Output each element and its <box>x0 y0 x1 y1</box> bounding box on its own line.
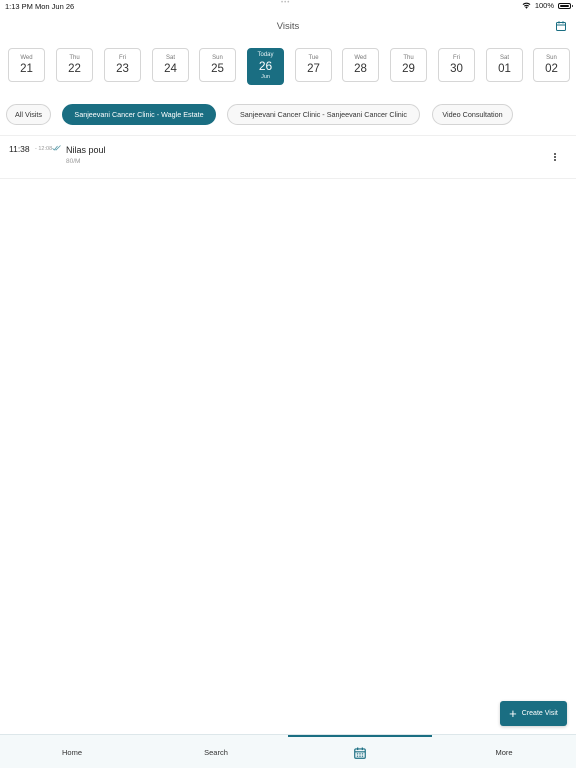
date-day: 24 <box>164 63 177 75</box>
date-day: 28 <box>354 63 367 75</box>
date-cell-22[interactable]: Thu 22 <box>56 48 93 82</box>
date-cell-29[interactable]: Thu 29 <box>390 48 427 82</box>
date-weekday: Sat <box>165 55 175 61</box>
status-indicators: 100% <box>522 1 573 10</box>
wifi-icon <box>522 2 531 9</box>
date-weekday: Sun <box>212 55 223 61</box>
create-visit-label: Create Visit <box>521 710 558 717</box>
page-title: Visits <box>276 21 300 32</box>
date-day: 02 <box>545 63 558 75</box>
date-weekday: Today <box>257 52 274 58</box>
date-day: 29 <box>402 63 415 75</box>
create-visit-button[interactable]: + Create Visit <box>500 701 567 726</box>
status-time: 1:13 PM <box>5 2 33 11</box>
date-weekday: Fri <box>453 55 460 61</box>
divider <box>0 135 576 136</box>
filter-chip-video-consultation[interactable]: Video Consultation <box>432 104 513 125</box>
status-bar: 1:13 PM Mon Jun 26 ••• 100% <box>0 0 576 12</box>
date-weekday: Sat <box>499 55 509 61</box>
date-cell-30[interactable]: Fri 30 <box>438 48 475 82</box>
battery-icon <box>558 2 573 9</box>
date-day: 30 <box>450 63 463 75</box>
date-day: 23 <box>116 63 129 75</box>
date-cell-23[interactable]: Fri 23 <box>104 48 141 82</box>
visit-end-time: - 12:08 <box>35 146 53 152</box>
date-weekday: Fri <box>119 55 126 61</box>
double-check-icon <box>52 145 61 151</box>
visit-start-time: 11:38 <box>9 144 30 154</box>
patient-age-gender: 80/M <box>66 158 81 165</box>
calendar-icon[interactable] <box>555 20 567 32</box>
date-cell-24[interactable]: Sat 24 <box>152 48 189 82</box>
date-month: Jun <box>261 74 270 80</box>
plus-icon: + <box>509 706 517 721</box>
date-cell-28[interactable]: Wed 28 <box>342 48 379 82</box>
tab-home[interactable]: Home <box>0 735 144 768</box>
filter-chips: All Visits Sanjeevani Cancer Clinic - Wa… <box>0 104 576 126</box>
date-cell-today[interactable]: Today 26 Jun <box>247 48 284 85</box>
filter-chip-all-visits[interactable]: All Visits <box>6 104 51 125</box>
date-day: 27 <box>307 63 320 75</box>
patient-name: Nilas poul <box>66 145 106 155</box>
date-day: 22 <box>68 63 81 75</box>
date-day: 26 <box>258 59 273 73</box>
date-day: 25 <box>211 63 224 75</box>
battery-level <box>560 4 569 7</box>
filter-chip-sanjeevani-clinic[interactable]: Sanjeevani Cancer Clinic - Sanjeevani Ca… <box>227 104 420 125</box>
visit-list-item[interactable]: 11:38 - 12:08 Nilas poul 80/M <box>0 137 576 179</box>
calendar-grid-icon <box>354 747 366 759</box>
date-day: 01 <box>498 63 511 75</box>
tab-bar: Home Search More <box>0 734 576 768</box>
battery-percentage: 100% <box>534 1 554 10</box>
date-cell-02[interactable]: Sun 02 <box>533 48 570 82</box>
tab-search[interactable]: Search <box>144 735 288 768</box>
date-weekday: Wed <box>20 55 33 61</box>
date-strip: Wed 21 Thu 22 Fri 23 Sat 24 Sun 25 Today… <box>0 48 576 86</box>
multitasking-dots-icon[interactable]: ••• <box>281 0 290 6</box>
date-weekday: Thu <box>69 55 80 61</box>
date-cell-01[interactable]: Sat 01 <box>486 48 523 82</box>
filter-chip-wagle-estate[interactable]: Sanjeevani Cancer Clinic - Wagle Estate <box>62 104 216 125</box>
status-date: Mon Jun 26 <box>35 2 75 11</box>
tab-more[interactable]: More <box>432 735 576 768</box>
more-vertical-icon[interactable] <box>553 153 557 165</box>
header: Visits <box>0 12 576 42</box>
date-cell-25[interactable]: Sun 25 <box>199 48 236 82</box>
date-cell-27[interactable]: Tue 27 <box>295 48 332 82</box>
date-weekday: Tue <box>308 55 319 61</box>
date-day: 21 <box>20 63 33 75</box>
date-cell-21[interactable]: Wed 21 <box>8 48 45 82</box>
date-weekday: Wed <box>354 55 367 61</box>
date-weekday: Sun <box>546 55 557 61</box>
tab-visits[interactable] <box>288 735 432 768</box>
date-weekday: Thu <box>403 55 414 61</box>
